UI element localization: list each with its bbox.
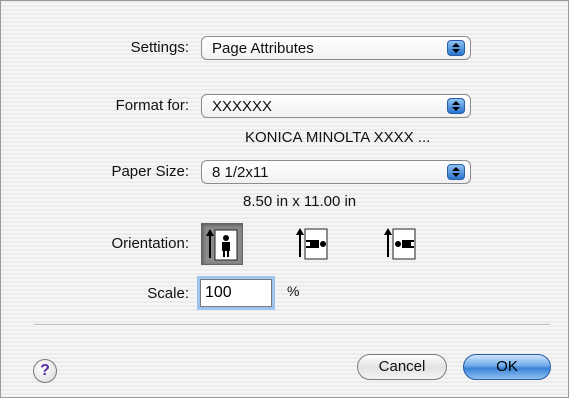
paper-dimensions: 8.50 in x 11.00 in — [243, 193, 357, 210]
paper-size-label: Paper Size: — [111, 163, 189, 180]
orientation-label: Orientation: — [111, 235, 189, 252]
cancel-button[interactable]: Cancel — [357, 354, 447, 380]
portrait-orientation-icon — [206, 229, 238, 261]
scale-input[interactable] — [200, 279, 272, 307]
paper-size-value: 8 1/2x11 — [212, 164, 269, 181]
format-for-label: Format for: — [115, 97, 189, 114]
settings-value: Page Attributes — [212, 40, 314, 57]
ok-button[interactable]: OK — [463, 354, 551, 380]
orientation-landscape-right-button[interactable] — [380, 223, 422, 265]
format-for-value: XXXXXX — [212, 98, 273, 115]
settings-label: Settings: — [130, 39, 189, 56]
popup-arrows-icon — [447, 40, 465, 56]
orientation-landscape-left-button[interactable] — [292, 223, 334, 265]
popup-arrows-icon — [447, 98, 465, 114]
settings-popup[interactable]: Page Attributes — [201, 36, 471, 60]
scale-label: Scale: — [147, 285, 189, 302]
divider — [34, 324, 550, 326]
landscape-left-orientation-icon — [296, 228, 328, 260]
help-button[interactable]: ? — [33, 359, 57, 383]
printer-name: KONICA MINOLTA XXXX ... — [245, 129, 431, 146]
landscape-right-orientation-icon — [384, 228, 416, 260]
paper-size-popup[interactable]: 8 1/2x11 — [201, 160, 471, 184]
format-for-popup[interactable]: XXXXXX — [201, 94, 471, 118]
page-setup-dialog: Settings: Page Attributes Format for: XX… — [0, 0, 569, 398]
popup-arrows-icon — [447, 164, 465, 180]
scale-unit: % — [287, 283, 300, 299]
orientation-portrait-button[interactable] — [201, 223, 243, 265]
